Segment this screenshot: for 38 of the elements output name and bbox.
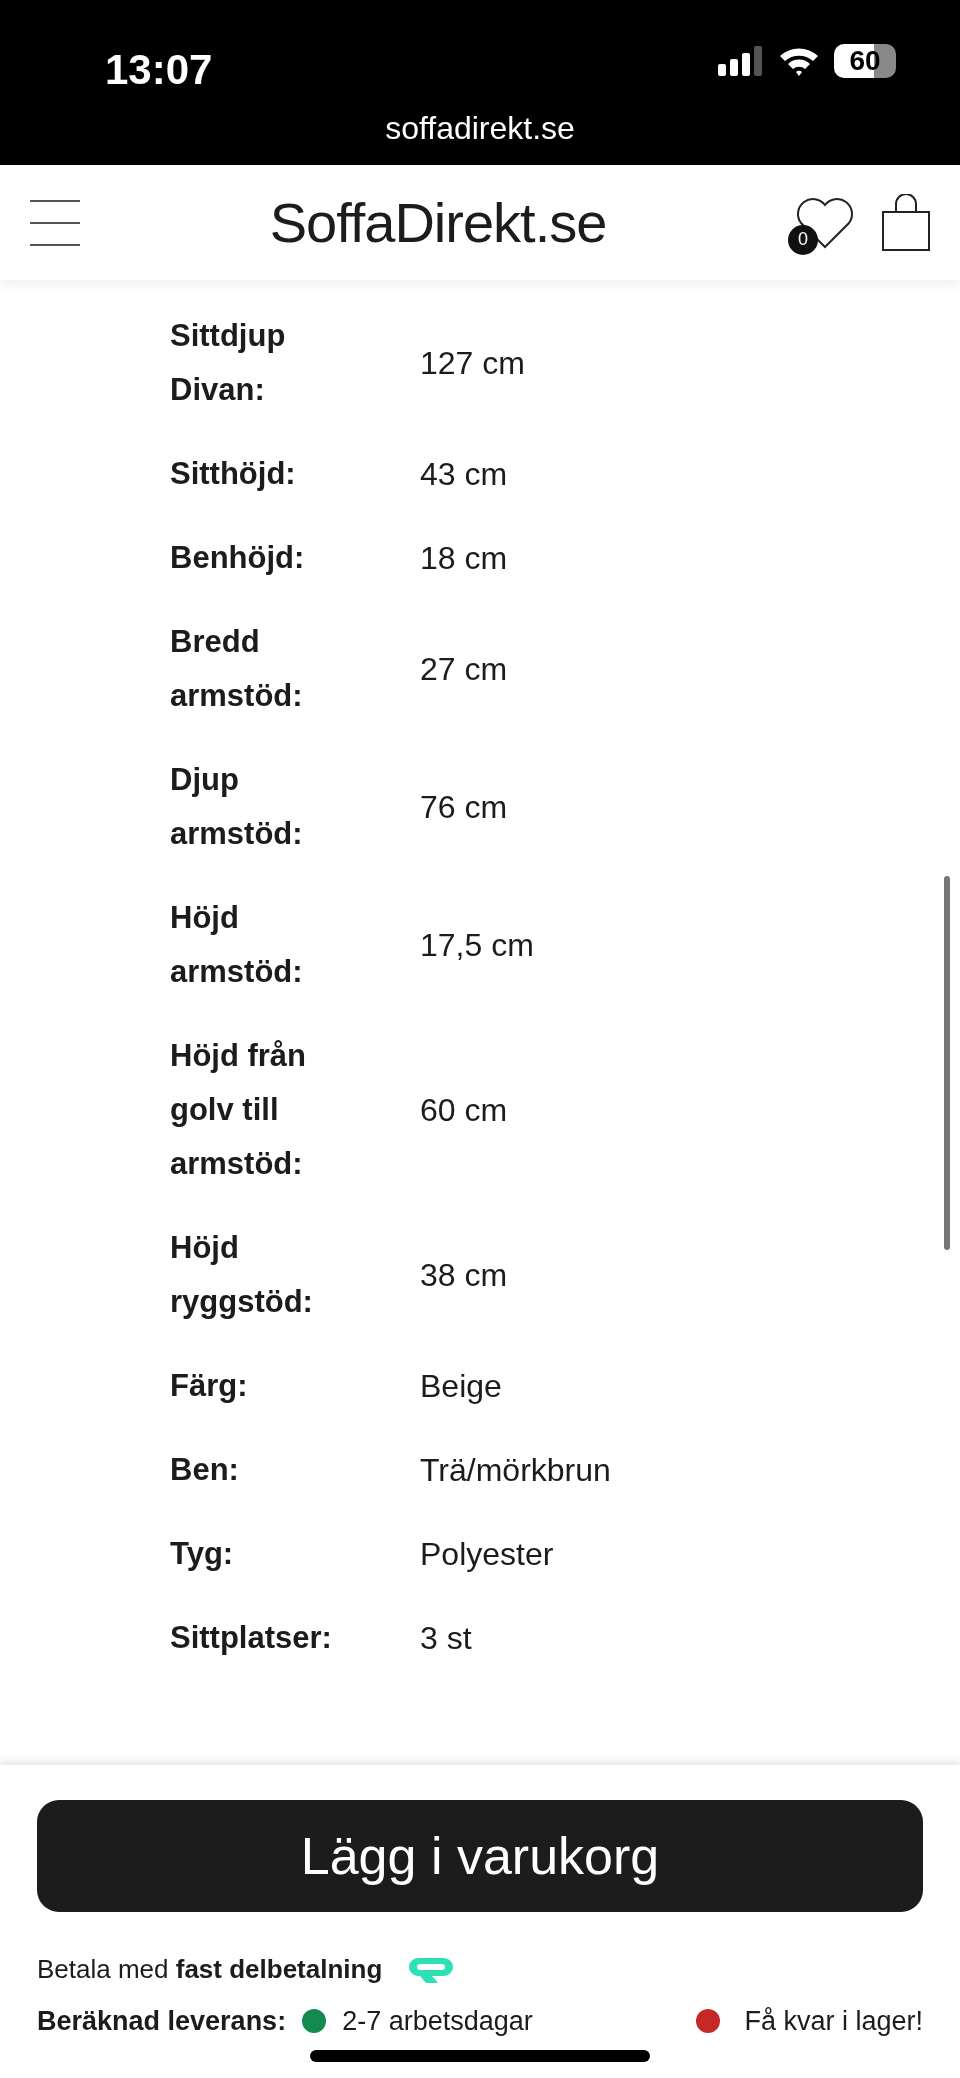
status-time: 13:07	[105, 45, 213, 95]
shopping-bag-icon[interactable]	[880, 193, 932, 252]
spec-label: Ben:	[170, 1451, 240, 1489]
payment-text: Betala med fast delbetalning	[37, 1953, 383, 1986]
spec-label: Bredd armstöd:	[170, 623, 304, 715]
spec-label: Tyg:	[170, 1535, 235, 1573]
signal-icon	[718, 46, 764, 76]
spec-value: Beige	[420, 1367, 502, 1406]
spec-label: Benhöjd:	[170, 539, 306, 577]
address-bar-url[interactable]: soffadirekt.se	[0, 104, 960, 152]
spec-value: 127 cm	[420, 344, 525, 383]
wishlist-count: 0	[788, 224, 818, 255]
spec-label: Sitthöjd:	[170, 455, 297, 493]
spec-value: 38 cm	[420, 1256, 508, 1295]
spec-value: 17,5 cm	[420, 926, 534, 965]
spec-label: Höjd från golv till armstöd:	[170, 1037, 308, 1183]
spec-label: Höjd armstöd:	[170, 899, 304, 991]
spec-label: Sittdjup Divan:	[170, 317, 287, 409]
spec-label: Sittplatser:	[170, 1619, 333, 1657]
stock-status: Få kvar i lager!	[744, 2005, 923, 2038]
battery-indicator: 60	[834, 44, 896, 78]
spec-label: Djup armstöd:	[170, 761, 304, 853]
spec-value: 43 cm	[420, 455, 508, 494]
spec-value: 18 cm	[420, 539, 508, 578]
spec-value: 60 cm	[420, 1091, 508, 1130]
spec-label: Färg:	[170, 1367, 249, 1405]
spec-value: Polyester	[420, 1535, 554, 1574]
spec-value: 27 cm	[420, 650, 508, 689]
spec-value: 3 st	[420, 1619, 472, 1658]
spec-label: Höjd ryggstöd:	[170, 1229, 314, 1321]
add-to-cart-button[interactable]: Lägg i varukorg	[37, 1800, 923, 1912]
scrollbar[interactable]	[944, 876, 950, 1250]
site-logo[interactable]: SoffaDirekt.se	[269, 180, 607, 265]
spec-value: 76 cm	[420, 788, 508, 827]
delivery-label: Beräknad leverans:	[37, 2005, 287, 2038]
spec-value: Trä/mörkbrun	[420, 1451, 611, 1490]
delivery-time: 2-7 arbetsdagar	[342, 2005, 533, 2038]
menu-icon[interactable]	[28, 198, 82, 247]
